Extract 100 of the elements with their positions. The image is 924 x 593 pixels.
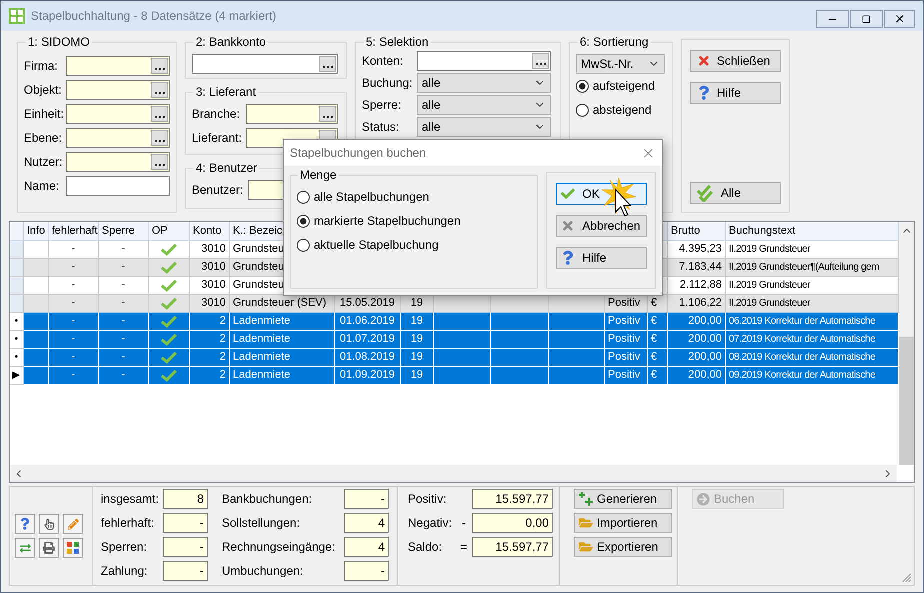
table-cell-text: 08.2019 Korrektur der Automatische [729,351,876,365]
group-title: 2: Bankkonto [195,34,268,51]
group-title: 4: Benutzer [195,160,258,177]
table-cell-text: - [122,350,126,366]
table-cell-text: - [72,332,76,348]
table-cell-text: - [122,314,126,330]
table-cell-text: - [122,368,126,384]
table-cell-text: Positiv [608,350,640,366]
table-cell-text: 1.106,22 [679,296,722,312]
table-cell-text: - [72,278,76,294]
table-cell-text: 19 [410,314,424,330]
field-label: Saldo: [408,539,444,556]
value-field: 15.597,77 [472,537,553,557]
table-cell-text: 19 [410,332,424,348]
table-cell-text: - [72,314,76,330]
value-field: - [163,537,208,557]
table-cell-text: Ladenmiete [233,368,290,384]
field-label: Zahlung: [101,563,149,580]
table-cell-text: 4.395,23 [679,242,722,258]
row-marker: • [14,351,18,365]
field-label: Status: [362,119,400,136]
dialog-title: Stapelbuchungen buchen [290,145,426,162]
table-cell-text: 200,00 [688,350,722,366]
sign-label: = [460,539,468,556]
group-title: 3: Lieferant [195,84,258,101]
value-field: - [163,513,208,533]
table-cell-text: II.2019 Grundsteuer [729,279,810,293]
table-cell-text: 200,00 [688,314,722,330]
table-cell-text: Positiv [608,368,640,384]
table-cell-text: - [122,242,126,258]
table-cell-text: 09.2019 Korrektur der Automatische [729,369,876,383]
field-label: Negativ: [408,515,454,532]
window-title: Stapelbuchhaltung - 8 Datensätze (4 markiert) [31,8,278,25]
table-cell-text: 7.183,44 [679,260,722,276]
field-label: fehlerhaft: [101,515,156,532]
table-cell-text: Positiv [608,296,640,312]
sign-label: - [462,515,466,532]
value-field: - [344,489,389,509]
field-label: Sollstellungen: [222,515,302,532]
table-cell-text: - [72,368,76,384]
field-label: Firma: [24,58,59,75]
table-cell-text: Grundsteu [233,260,284,276]
field-label: Konten: [362,53,404,70]
table-cell-text: 06.2019 Korrektur der Automatische [729,315,876,329]
value-field: 8 [163,489,208,509]
field-label: Lieferant: [192,130,244,147]
table-cell-text: 2 [220,350,226,366]
field-label: Positiv: [408,491,448,508]
table-cell-text: Ladenmiete [233,332,290,348]
value-field: 15.597,77 [472,489,553,509]
table-cell-text: € [651,296,658,312]
table-cell-text: - [122,296,126,312]
value-field: 0,00 [472,513,553,533]
table-cell-text: II.2019 Grundsteuer¶(Aufteilung gem [729,261,880,275]
group-title: 1: SIDOMO [27,34,92,51]
table-cell-text: Positiv [608,314,640,330]
field-label: Objekt: [24,82,64,99]
table-cell-text: - [72,296,76,312]
field-label: Branche: [192,106,242,123]
group-title: 6: Sortierung [579,34,650,51]
field-label: Sperren: [101,539,148,556]
value-field: - [163,561,208,581]
field-label: Umbuchungen: [222,563,304,580]
table-cell-text: 3010 [202,278,226,294]
table-cell-text: 2 [220,332,226,348]
row-marker: • [14,333,18,347]
field-label: Rechnungseingänge: [222,539,336,556]
field-label: Bankbuchungen: [222,491,314,508]
group-title: Menge [299,167,338,184]
table-cell-text: 01.07.2019 [340,332,396,348]
table-cell-text: - [72,260,76,276]
table-cell-text: II.2019 Grundsteuer [729,297,810,311]
table-cell-text: 3010 [202,260,226,276]
table-cell-text: Grundsteu [233,278,284,294]
table-cell-text: 19 [410,350,424,366]
table-cell-text: 01.09.2019 [340,368,396,384]
table-cell-text: - [122,278,126,294]
table-cell-text: € [651,368,658,384]
table-cell-text: 200,00 [688,332,722,348]
table-cell-text: 2.112,88 [680,278,722,294]
table-cell-text: 3010 [202,242,226,258]
row-marker: • [14,315,18,329]
table-cell-text: Positiv [608,332,640,348]
field-label: Buchung: [362,75,414,92]
value-field: - [344,561,389,581]
table-cell-text: € [651,350,658,366]
table-cell-text: - [122,260,126,276]
table-cell-text: 200,00 [688,368,722,384]
field-label: Nutzer: [24,154,64,171]
table-cell-text: 01.08.2019 [340,350,396,366]
row-marker: ▶ [12,369,20,383]
table-cell-text: € [651,314,658,330]
table-cell-text: 3010 [202,296,226,312]
field-label: Benutzer: [192,182,244,199]
table-cell-text: 19 [410,296,424,312]
table-cell-text: Grundsteu [233,242,284,258]
group-title: 5: Selektion [365,34,430,51]
table-cell-text: Ladenmiete [233,350,290,366]
table-cell-text: 15.05.2019 [340,296,396,312]
table-cell-text: 2 [220,314,226,330]
